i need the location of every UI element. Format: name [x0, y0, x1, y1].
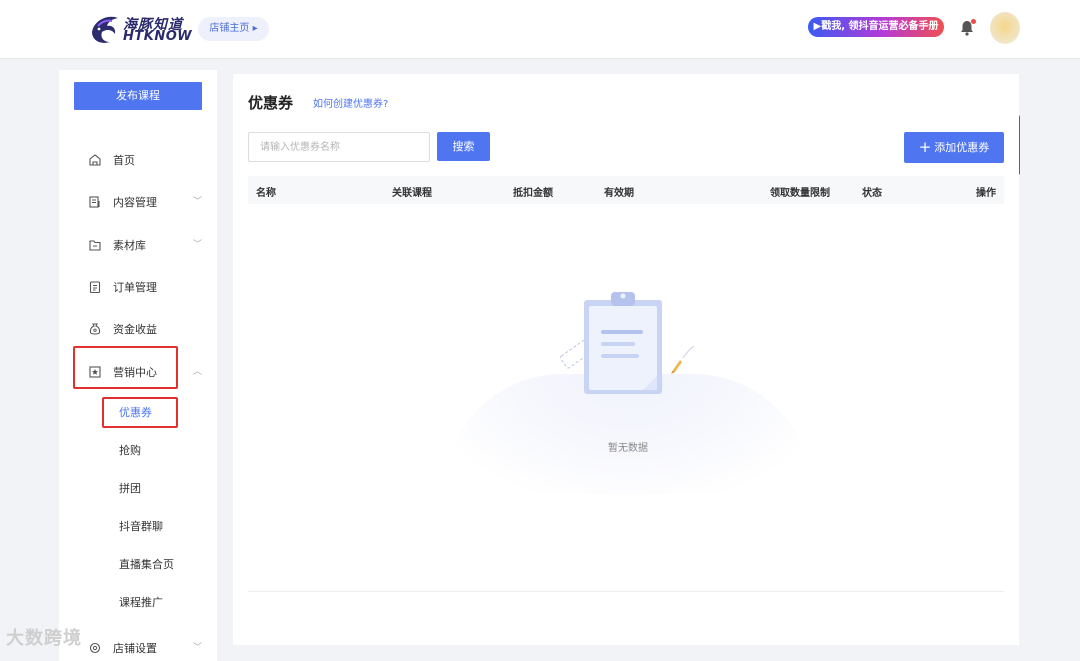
- sidebar-item-label: 店铺设置: [113, 642, 157, 655]
- logo[interactable]: 海豚知道 HTKNOW: [88, 12, 192, 46]
- shop-home-button[interactable]: 店铺主页 ▸: [198, 17, 269, 41]
- highlight-marketing: [73, 346, 178, 389]
- publish-course-button[interactable]: 发布课程: [74, 82, 202, 110]
- sidebar-subitem-flash-sale[interactable]: 抢购: [119, 442, 141, 458]
- dolphin-logo-icon: [92, 16, 118, 43]
- logo-english-text: HTKNOW: [123, 29, 193, 44]
- content-icon: [89, 196, 100, 208]
- sidebar-item-label: 素材库: [113, 239, 146, 252]
- sidebar-item-label: 订单管理: [113, 281, 157, 294]
- sidebar-item-orders[interactable]: 订单管理: [59, 272, 217, 302]
- sidebar-subitem-group-buy[interactable]: 拼团: [119, 480, 141, 496]
- table-header: 名称 关联课程 抵扣金额 有效期 领取数量限制 状态 操作: [248, 176, 1004, 204]
- page-title: 优惠券: [248, 94, 294, 112]
- sidebar-item-home[interactable]: 首页: [59, 145, 217, 175]
- main-panel: 优惠券 如何创建优惠券? 搜索 +添加优惠券 名称 关联课程 抵扣金额 有效期 …: [233, 74, 1019, 645]
- gear-icon: [89, 642, 101, 654]
- sidebar-subitem-douyin-group[interactable]: 抖音群聊: [119, 518, 163, 534]
- empty-clipboard-icon: [559, 292, 695, 394]
- top-bar: 海豚知道 HTKNOW 店铺主页 ▸ ▶戳我, 领抖音运营必备手册: [0, 0, 1080, 59]
- column-header: 有效期: [604, 188, 634, 199]
- sidebar-item-shop-settings[interactable]: 店铺设置 ﹀: [59, 633, 217, 661]
- plus-icon: +: [918, 138, 932, 156]
- folder-icon: [89, 240, 101, 251]
- sidebar-item-label: 内容管理: [113, 196, 157, 209]
- sidebar-subitem-course-promo[interactable]: 课程推广: [119, 594, 163, 610]
- table-divider: [248, 591, 1004, 592]
- chevron-down-icon: ﹀: [193, 240, 203, 250]
- add-coupon-button[interactable]: + 添加优惠券: [904, 132, 1004, 163]
- watermark: 大数跨境: [6, 628, 82, 649]
- avatar[interactable]: [990, 12, 1020, 44]
- sidebar-item-content[interactable]: 内容管理 ﹀: [59, 187, 217, 217]
- sidebar-item-label: 首页: [113, 154, 135, 167]
- search-button[interactable]: 搜索: [437, 132, 490, 161]
- notification-dot: [971, 19, 976, 24]
- highlight-coupons: [102, 397, 178, 428]
- add-coupon-label: 添加优惠券: [934, 141, 990, 154]
- sidebar-item-materials[interactable]: 素材库 ﹀: [59, 230, 217, 260]
- coupon-search-input[interactable]: [248, 132, 430, 162]
- column-header: 关联课程: [392, 188, 432, 199]
- promo-banner-button[interactable]: ▶戳我, 领抖音运营必备手册: [808, 17, 944, 37]
- column-header: 抵扣金额: [513, 188, 553, 199]
- column-header: 名称: [256, 188, 276, 199]
- money-bag-icon: [89, 323, 101, 335]
- sidebar-item-funds[interactable]: 资金收益: [59, 314, 217, 344]
- empty-state-text: 暂无数据: [608, 443, 648, 454]
- column-header: 状态: [862, 188, 882, 199]
- order-icon: [89, 281, 101, 294]
- column-header: 操作: [976, 188, 996, 199]
- home-icon: [89, 154, 101, 166]
- sidebar-subitem-live-page[interactable]: 直播集合页: [119, 556, 174, 572]
- sidebar-item-label: 资金收益: [113, 323, 157, 336]
- chevron-down-icon: ﹀: [193, 197, 203, 207]
- column-header: 领取数量限制: [770, 188, 830, 199]
- chevron-down-icon: ﹀: [193, 643, 203, 653]
- help-link[interactable]: 如何创建优惠券?: [313, 95, 388, 110]
- chevron-up-icon: ︿: [193, 367, 203, 377]
